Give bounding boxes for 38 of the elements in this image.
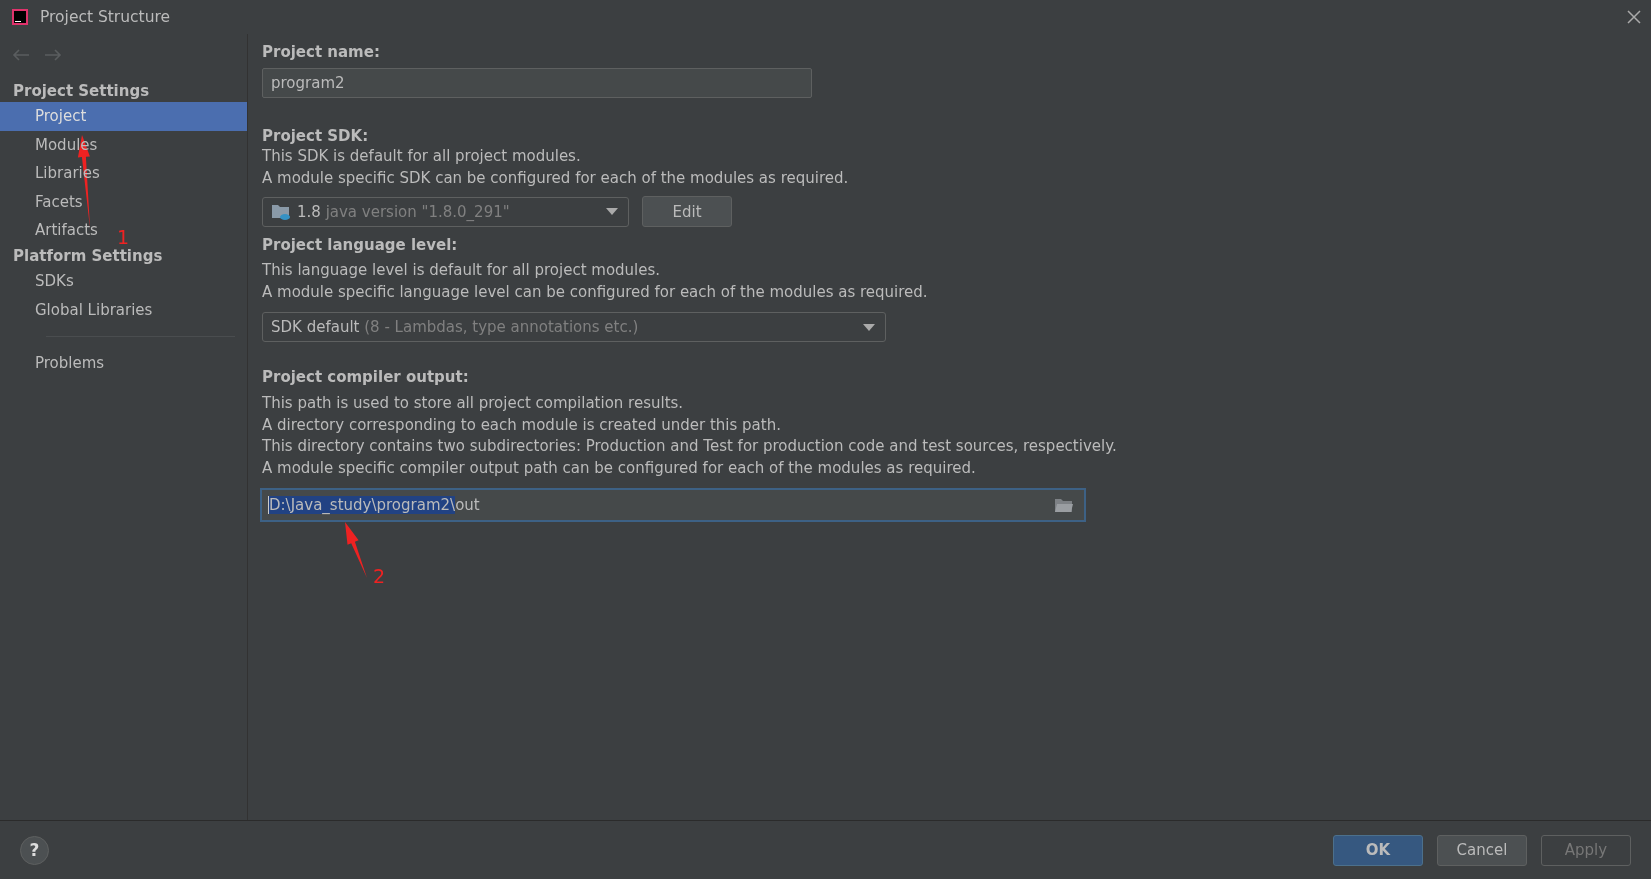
description-text: This language level is default for all project modules.	[262, 260, 662, 281]
description-text: This directory contains two subdirectories: Production and Test for production code and test sources, respectively.	[262, 436, 1118, 457]
annotation-arrow	[345, 522, 367, 578]
field-label: Project name:	[262, 42, 381, 62]
folder-icon[interactable]	[1054, 497, 1074, 513]
description-text: A module specific SDK can be configured for each of the modules as required.	[262, 167, 850, 189]
dropdown-arrow-icon	[863, 323, 875, 331]
close-icon[interactable]	[1627, 10, 1641, 24]
dropdown[interactable]: 1.8 java version "1.8.0_291"	[262, 196, 629, 227]
annotation-number: 2	[373, 565, 386, 587]
section-label: Project language level:	[262, 235, 459, 255]
description-text: This SDK is default for all project modules.	[262, 146, 582, 167]
description-text: A directory corresponding to each module is created under this path.	[262, 414, 782, 436]
dialog-button[interactable]: Cancel	[1437, 834, 1527, 866]
dropdown-arrow-icon	[606, 208, 618, 215]
section-label: Project SDK:	[262, 126, 370, 146]
section-label: Project compiler output:	[262, 367, 470, 387]
app-logo-icon	[10, 7, 30, 27]
sidebar-item[interactable]: Problems	[0, 349, 105, 378]
help-button[interactable]: ?	[20, 835, 49, 865]
sidebar-item[interactable]: Global Libraries	[0, 295, 153, 325]
annotation-number: 1	[117, 226, 130, 248]
window-title: Project Structure	[40, 8, 172, 26]
sidebar-item[interactable]: Artifacts	[0, 216, 98, 245]
edit-button[interactable]: Edit	[642, 196, 732, 227]
dropdown[interactable]: SDK default (8 - Lambdas, type annotations etc.)	[262, 312, 886, 342]
sidebar-item[interactable]: SDKs	[0, 266, 74, 296]
folder-icon	[271, 202, 291, 221]
description-text: A module specific language level can be configured for each of the modules as required.	[262, 281, 929, 303]
input-field[interactable]: program2	[262, 68, 812, 98]
section-heading: Project Settings	[12, 81, 151, 102]
description-text: A module specific compiler output path can be configured for each of the modules as required.	[262, 457, 977, 479]
section-heading: Platform Settings	[12, 245, 164, 267]
path-field[interactable]: D:\Java_study\program2\out	[260, 488, 1086, 522]
dialog-button[interactable]: OK	[1333, 834, 1423, 866]
description-text: This path is used to store all project compilation results.	[262, 393, 685, 414]
sidebar-item[interactable]: Project	[0, 102, 247, 131]
sidebar-item[interactable]: Facets	[0, 187, 83, 217]
